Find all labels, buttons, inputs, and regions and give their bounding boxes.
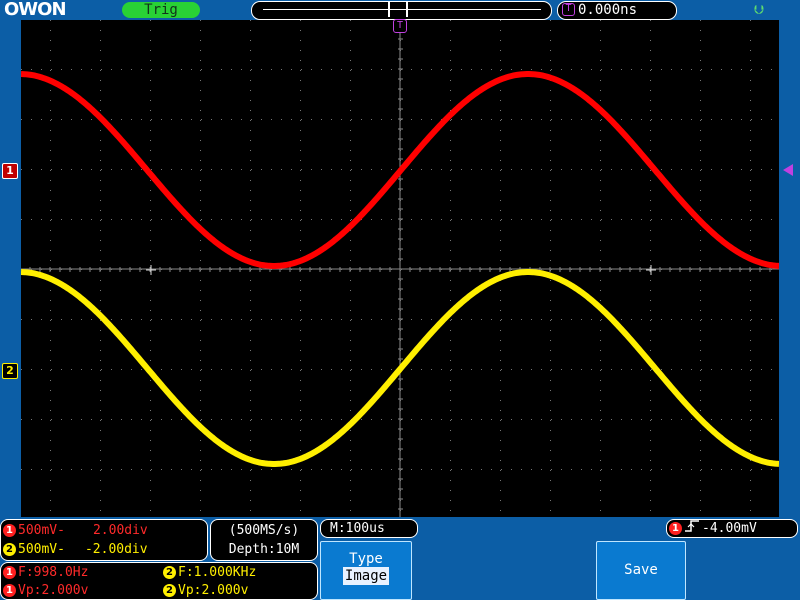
sample-rate: (500MS/s) bbox=[228, 523, 300, 538]
ch1-offset: 2.00div bbox=[92, 523, 148, 538]
type-label: Type bbox=[349, 551, 383, 567]
ch1-frequency-value: F:998.0Hz bbox=[18, 565, 89, 580]
right-frame bbox=[779, 20, 800, 517]
trigger-status-badge: Trig bbox=[122, 2, 200, 18]
type-value: Image bbox=[342, 567, 390, 585]
acquisition-info: (500MS/s) Depth:10M bbox=[210, 519, 318, 561]
ch2-peak-voltage: 2 Vp:2.000v bbox=[163, 582, 248, 599]
brand-logo: OWON bbox=[4, 0, 67, 20]
ch1-settings-row: 1 500mV- 2.00div bbox=[1, 520, 207, 540]
ch2-vp-value: Vp:2.000v bbox=[178, 583, 249, 598]
trigger-time-icon: T bbox=[562, 3, 575, 16]
waveform-display bbox=[21, 20, 779, 517]
ch2-badge: 2 bbox=[3, 543, 16, 556]
record-depth: Depth:10M bbox=[228, 542, 300, 557]
ch1-position-marker[interactable]: 1 bbox=[2, 163, 18, 179]
ch2-frequency-value: F:1.000KHz bbox=[178, 565, 257, 580]
ch1-badge: 1 bbox=[3, 524, 16, 537]
ch1-peak-voltage: 1 Vp:2.000v bbox=[3, 582, 88, 599]
ch1-badge: 1 bbox=[3, 584, 16, 597]
ch2-scale: 500mV- bbox=[18, 542, 65, 557]
ch2-settings-row: 2 500mV- -2.00div bbox=[1, 540, 207, 559]
trigger-offset-value: 0.000ns bbox=[578, 2, 638, 18]
ch1-frequency: 1 F:998.0Hz bbox=[3, 564, 88, 581]
left-frame bbox=[0, 20, 21, 517]
trigger-position-marker[interactable]: T bbox=[393, 19, 407, 33]
type-softkey[interactable]: Type Image bbox=[320, 541, 412, 600]
save-label: Save bbox=[624, 562, 658, 578]
measurements-panel: 1 F:998.0Hz 2 F:1.000KHz 1 Vp:2.000v 2 Vp:2.… bbox=[0, 562, 318, 600]
timebase-setting[interactable]: M:100us bbox=[320, 519, 418, 538]
ch1-scale: 500mV- bbox=[18, 523, 65, 538]
channel-settings[interactable]: 1 500mV- 2.00div 2 500mV- -2.00div bbox=[0, 519, 208, 561]
ch1-badge: 1 bbox=[3, 566, 16, 579]
rising-edge-icon bbox=[684, 520, 700, 537]
trigger-level-value: -4.00mV bbox=[702, 521, 757, 536]
ch2-offset: -2.00div bbox=[84, 542, 148, 557]
memory-window-indicator bbox=[388, 2, 408, 17]
ch2-position-marker[interactable]: 2 bbox=[2, 363, 18, 379]
usb-icon: ⮋ bbox=[754, 3, 764, 18]
ch2-frequency: 2 F:1.000KHz bbox=[163, 564, 256, 581]
ch2-badge: 2 bbox=[163, 566, 176, 579]
ch1-vp-value: Vp:2.000v bbox=[18, 583, 89, 598]
trigger-source-badge: 1 bbox=[669, 522, 682, 535]
ch2-badge: 2 bbox=[163, 584, 176, 597]
trigger-setting[interactable]: 1 -4.00mV bbox=[666, 519, 798, 538]
save-button[interactable]: Save bbox=[596, 541, 686, 600]
trigger-level-marker[interactable] bbox=[783, 164, 793, 176]
